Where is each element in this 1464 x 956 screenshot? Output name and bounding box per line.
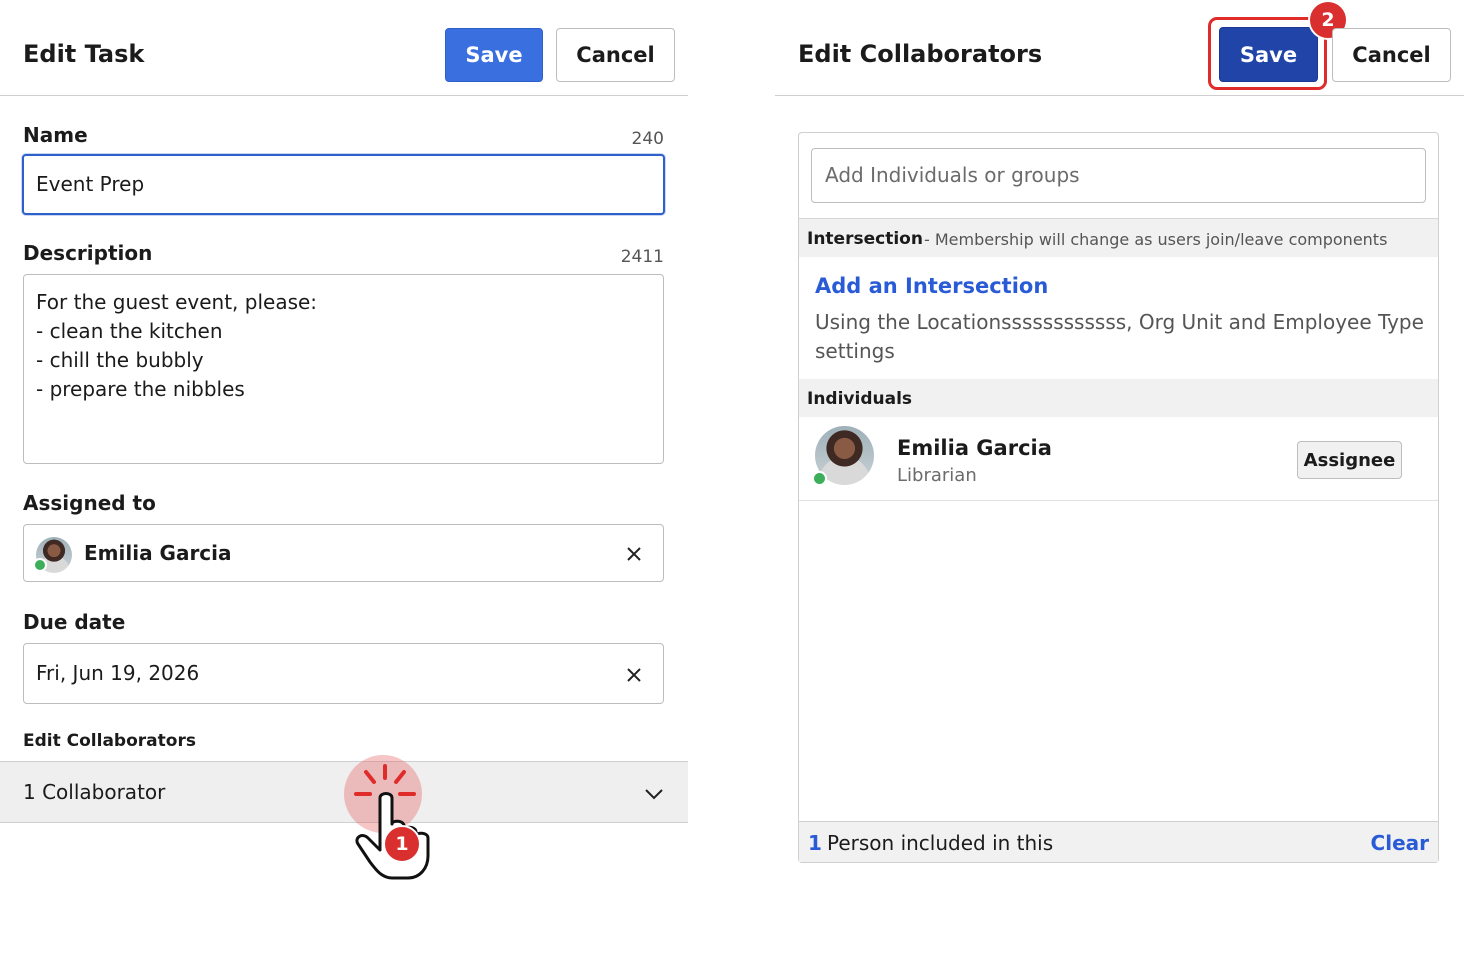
edit-collaborators-title: Edit Collaborators: [798, 40, 1043, 68]
due-date-field[interactable]: Fri, Jun 19, 2026: [23, 643, 664, 704]
online-status-icon: [812, 471, 827, 486]
collaborator-name: Emilia Garcia: [897, 436, 1052, 460]
add-individuals-placeholder: Add Individuals or groups: [825, 163, 1080, 187]
edit-collaborators-label: Edit Collaborators: [23, 731, 196, 751]
task-cancel-button[interactable]: Cancel: [556, 28, 675, 82]
name-label: Name: [23, 123, 88, 147]
name-input[interactable]: Event Prep: [22, 154, 665, 215]
due-date-label: Due date: [23, 610, 126, 634]
individuals-heading: Individuals: [807, 389, 913, 409]
intersection-description: Using the Locationssssssssssss, Org Unit…: [815, 310, 1424, 363]
included-text: Person included in this: [827, 831, 1054, 855]
due-date-value: Fri, Jun 19, 2026: [36, 661, 200, 685]
clear-assignee-icon[interactable]: [625, 545, 643, 563]
add-intersection-link[interactable]: Add an Intersection: [815, 274, 1048, 298]
assigned-to-field[interactable]: Emilia Garcia: [23, 524, 664, 582]
step-1-badge: 1: [383, 825, 421, 863]
edit-task-title: Edit Task: [23, 40, 145, 68]
collab-save-button[interactable]: Save: [1219, 27, 1318, 82]
task-header-divider: [0, 95, 688, 96]
description-textarea-value: For the guest event, please: - clean the…: [36, 290, 318, 401]
add-individuals-input[interactable]: Add Individuals or groups: [811, 148, 1426, 203]
collaborator-role: Librarian: [897, 465, 977, 486]
individual-row: Emilia Garcia Librarian Assignee: [799, 418, 1438, 501]
task-save-button[interactable]: Save: [445, 28, 543, 82]
collaborators-dropdown-value: 1 Collaborator: [23, 780, 166, 804]
clear-due-date-icon[interactable]: [625, 666, 643, 684]
collab-header-divider: [775, 95, 1464, 96]
chevron-down-icon: [645, 789, 663, 800]
individuals-section-header: Individuals: [799, 379, 1438, 417]
intersection-section-header: Intersection - Membership will change as…: [799, 219, 1438, 257]
intersection-heading: Intersection: [807, 229, 923, 249]
online-status-icon: [33, 558, 47, 572]
name-char-counter: 240: [631, 129, 664, 149]
description-label: Description: [23, 241, 153, 265]
collab-footer: 1 Person included in this Clear: [799, 821, 1438, 862]
description-char-counter: 2411: [620, 247, 664, 267]
name-input-value: Event Prep: [36, 172, 145, 196]
collab-cancel-button[interactable]: Cancel: [1332, 28, 1451, 82]
clear-link[interactable]: Clear: [1371, 831, 1429, 855]
included-count: 1: [808, 831, 822, 855]
assignee-badge[interactable]: Assignee: [1297, 441, 1402, 479]
assigned-to-label: Assigned to: [23, 491, 156, 515]
assignee-name: Emilia Garcia: [84, 541, 232, 565]
intersection-note: - Membership will change as users join/l…: [924, 230, 1388, 249]
description-textarea[interactable]: For the guest event, please: - clean the…: [23, 274, 664, 464]
